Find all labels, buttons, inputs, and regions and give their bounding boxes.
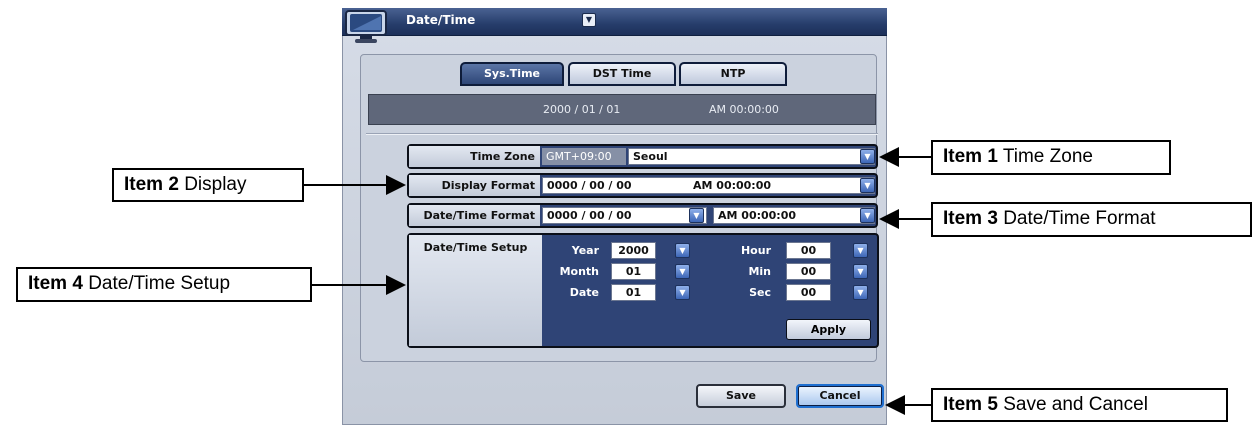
callout-item2-tag: Item 2 — [124, 174, 179, 195]
callout-item2-text: Display — [184, 174, 247, 195]
callout-item2: Item 2 Display — [112, 168, 304, 202]
callout-item3-tag: Item 3 — [943, 208, 998, 229]
callout-item5: Item 5 Save and Cancel — [931, 388, 1228, 422]
callout-item3-text: Date/Time Format — [1003, 208, 1156, 229]
callout-item4: Item 4 Date/Time Setup — [16, 267, 312, 302]
callout-item1-text: Time Zone — [1002, 146, 1093, 167]
callout-item5-tag: Item 5 — [943, 394, 998, 415]
callout-item1: Item 1 Time Zone — [931, 140, 1171, 175]
callout-item1-tag: Item 1 — [943, 146, 998, 167]
callout-item4-tag: Item 4 — [28, 273, 83, 294]
callout-item5-text: Save and Cancel — [1003, 394, 1148, 415]
callout-item4-text: Date/Time Setup — [88, 273, 231, 294]
callout-item3: Item 3 Date/Time Format — [931, 202, 1252, 237]
